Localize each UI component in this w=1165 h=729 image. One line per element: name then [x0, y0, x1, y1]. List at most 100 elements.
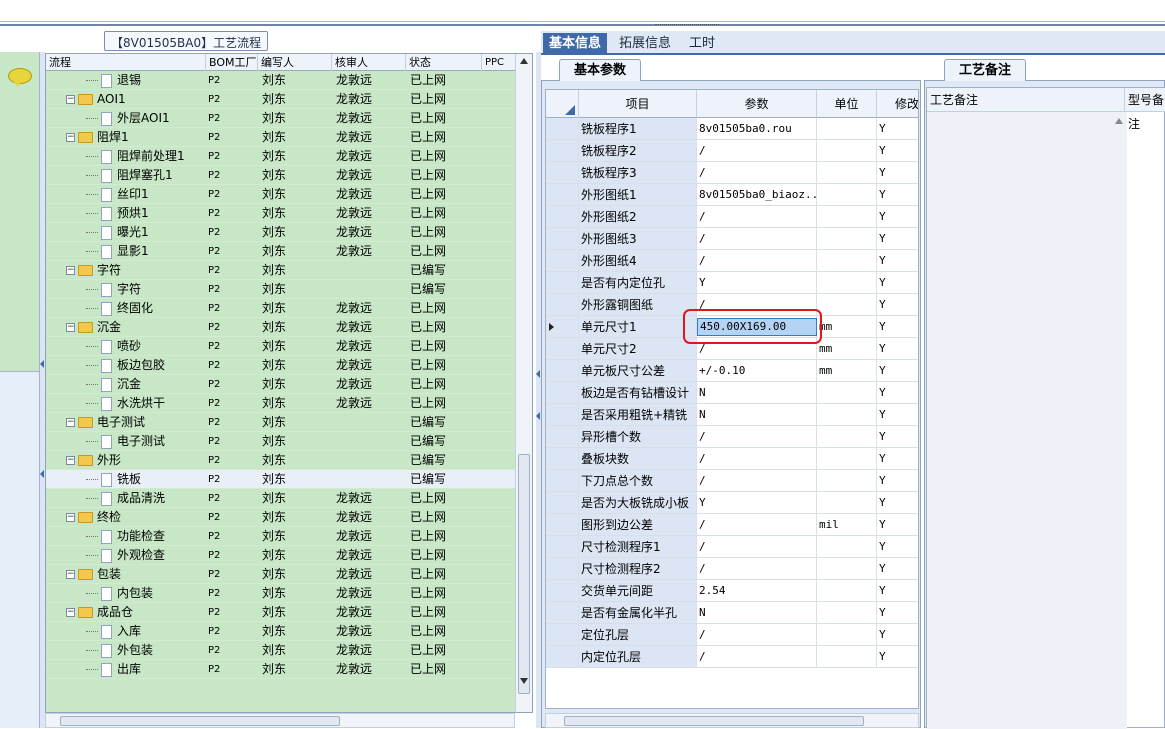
- grid-cell-param[interactable]: /: [697, 448, 817, 470]
- grid-cell-modify[interactable]: Y: [877, 382, 918, 404]
- tree-row[interactable]: 阻焊塞孔1 P2 刘东 龙敦远 已上网: [46, 166, 516, 185]
- grid-cell-unit[interactable]: [817, 646, 877, 668]
- grid-cell-unit[interactable]: [817, 250, 877, 272]
- grid-row[interactable]: 铣板程序2/ Y: [546, 140, 918, 162]
- row-header[interactable]: [546, 118, 579, 140]
- collapse-icon[interactable]: −: [66, 456, 75, 465]
- row-header[interactable]: [546, 162, 579, 184]
- grid-cell-unit[interactable]: [817, 536, 877, 558]
- grid-cell-modify[interactable]: Y: [877, 206, 918, 228]
- row-header[interactable]: [546, 250, 579, 272]
- grid-cell-unit[interactable]: [817, 382, 877, 404]
- grid-cell-unit[interactable]: mm: [817, 360, 877, 382]
- grid-cell-modify[interactable]: Y: [877, 184, 918, 206]
- grid-cell-modify[interactable]: Y: [877, 316, 918, 338]
- grid-cell-modify[interactable]: Y: [877, 360, 918, 382]
- grid-cell-param[interactable]: 2.54: [697, 580, 817, 602]
- row-header[interactable]: [546, 206, 579, 228]
- collapse-icon[interactable]: −: [66, 608, 75, 617]
- tree-row[interactable]: 入库 P2 刘东 龙敦远 已上网: [46, 622, 516, 641]
- grid-cell-modify[interactable]: Y: [877, 426, 918, 448]
- tree-row[interactable]: 丝印1 P2 刘东 龙敦远 已上网: [46, 185, 516, 204]
- grid-row[interactable]: 尺寸检测程序1/ Y: [546, 536, 918, 558]
- collapse-icon[interactable]: −: [66, 570, 75, 579]
- tree-row[interactable]: 外观检查 P2 刘东 龙敦远 已上网: [46, 546, 516, 565]
- col-header-unit[interactable]: 单位: [817, 90, 877, 118]
- tree-row[interactable]: 功能检查 P2 刘东 龙敦远 已上网: [46, 527, 516, 546]
- grid-cell-modify[interactable]: Y: [877, 140, 918, 162]
- row-header[interactable]: [546, 558, 579, 580]
- grid-cell-unit[interactable]: [817, 404, 877, 426]
- grid-cell-unit[interactable]: [817, 206, 877, 228]
- row-header[interactable]: [546, 492, 579, 514]
- grid-row[interactable]: 内定位孔层 / Y: [546, 646, 918, 668]
- grid-cell-modify[interactable]: Y: [877, 250, 918, 272]
- grid-cell-modify[interactable]: Y: [877, 470, 918, 492]
- row-header[interactable]: [546, 536, 579, 558]
- scroll-down-icon[interactable]: [520, 678, 528, 684]
- row-header[interactable]: [546, 294, 579, 316]
- grid-row[interactable]: 交货单元间距 2.54 Y: [546, 580, 918, 602]
- tree-row[interactable]: 铣板 P2 刘东 已编写: [46, 470, 516, 489]
- grid-cell-param[interactable]: /: [697, 206, 817, 228]
- notes-scroll-up-icon[interactable]: [1115, 118, 1123, 124]
- grid-cell-modify[interactable]: Y: [877, 294, 918, 316]
- grid-cell-modify[interactable]: Y: [877, 602, 918, 624]
- grid-cell-param[interactable]: /: [697, 470, 817, 492]
- tree-horizontal-scrollbar[interactable]: [45, 713, 515, 728]
- row-header[interactable]: [546, 316, 579, 338]
- row-header[interactable]: [546, 228, 579, 250]
- tree-row[interactable]: − 电子测试 P2 刘东 已编写: [46, 413, 516, 432]
- grid-row[interactable]: 铣板程序1 8v01505ba0.rou Y: [546, 118, 918, 140]
- scroll-up-icon[interactable]: [520, 58, 528, 64]
- grid-row[interactable]: 图形到边公差 / mil Y: [546, 514, 918, 536]
- row-header[interactable]: [546, 140, 579, 162]
- tree-row[interactable]: 成品清洗 P2 刘东 龙敦远 已上网: [46, 489, 516, 508]
- grid-cell-param[interactable]: /: [697, 228, 817, 250]
- grid-cell-modify[interactable]: Y: [877, 558, 918, 580]
- collapse-icon[interactable]: −: [66, 513, 75, 522]
- grid-cell-unit[interactable]: [817, 580, 877, 602]
- row-header[interactable]: [546, 272, 579, 294]
- grid-row[interactable]: 定位孔层 / Y: [546, 624, 918, 646]
- grid-cell-param[interactable]: /: [697, 250, 817, 272]
- grid-horizontal-scrollbar[interactable]: [545, 713, 919, 728]
- grid-cell-unit[interactable]: [817, 448, 877, 470]
- grid-cell-unit[interactable]: [817, 140, 877, 162]
- grid-row[interactable]: 叠板块数 / Y: [546, 448, 918, 470]
- tree-row[interactable]: 退锡 P2 刘东 龙敦远 已上网: [46, 71, 516, 90]
- tree-row[interactable]: 出库 P2 刘东 龙敦远 已上网: [46, 660, 516, 679]
- tree-row[interactable]: − AOI1 P2 刘东 龙敦远 已上网: [46, 90, 516, 109]
- tab-work-hours[interactable]: 工时: [683, 33, 721, 55]
- grid-cell-modify[interactable]: Y: [877, 514, 918, 536]
- grid-cell-param[interactable]: N: [697, 602, 817, 624]
- tree-row[interactable]: 沉金 P2 刘东 龙敦远 已上网: [46, 375, 516, 394]
- grid-cell-unit[interactable]: [817, 624, 877, 646]
- col-header-param[interactable]: 参数: [697, 90, 817, 118]
- grid-cell-param[interactable]: 8v01505ba0.rou: [697, 118, 817, 140]
- tree-row[interactable]: 终固化 P2 刘东 龙敦远 已上网: [46, 299, 516, 318]
- row-header[interactable]: [546, 602, 579, 624]
- grid-hscroll-thumb[interactable]: [564, 716, 864, 726]
- tree-row[interactable]: − 包装 P2 刘东 龙敦远 已上网: [46, 565, 516, 584]
- tree-row[interactable]: 预烘1 P2 刘东 龙敦远 已上网: [46, 204, 516, 223]
- row-header[interactable]: [546, 624, 579, 646]
- row-header[interactable]: [546, 580, 579, 602]
- grid-cell-modify[interactable]: Y: [877, 338, 918, 360]
- grid-cell-param[interactable]: /: [697, 162, 817, 184]
- grid-row[interactable]: 外形图纸4/ Y: [546, 250, 918, 272]
- collapse-icon[interactable]: −: [66, 133, 75, 142]
- grid-cell-unit[interactable]: [817, 492, 877, 514]
- row-header[interactable]: [546, 382, 579, 404]
- col-header-item[interactable]: 项目: [579, 90, 697, 118]
- chat-bubble-icon[interactable]: [8, 68, 32, 87]
- grid-row[interactable]: 外形图纸3/ Y: [546, 228, 918, 250]
- grid-cell-param[interactable]: Y: [697, 272, 817, 294]
- grid-cell-unit[interactable]: [817, 162, 877, 184]
- grid-cell-modify[interactable]: Y: [877, 624, 918, 646]
- tree-row[interactable]: 喷砂 P2 刘东 龙敦远 已上网: [46, 337, 516, 356]
- grid-row[interactable]: 异形槽个数 / Y: [546, 426, 918, 448]
- tree-hscroll-thumb[interactable]: [60, 716, 340, 726]
- grid-cell-param[interactable]: N: [697, 382, 817, 404]
- grid-cell-unit[interactable]: mil: [817, 514, 877, 536]
